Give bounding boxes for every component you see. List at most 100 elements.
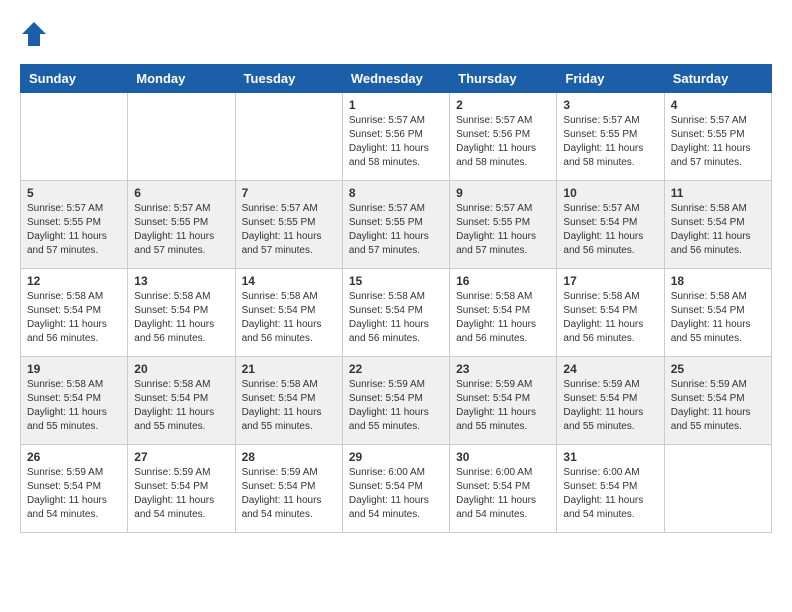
calendar-cell <box>21 93 128 181</box>
day-number: 3 <box>563 98 657 112</box>
calendar-cell: 4 Sunrise: 5:57 AM Sunset: 5:55 PM Daylig… <box>664 93 771 181</box>
calendar-cell: 2 Sunrise: 5:57 AM Sunset: 5:56 PM Daylig… <box>450 93 557 181</box>
day-info: Sunrise: 6:00 AM Sunset: 5:54 PM Dayligh… <box>456 466 550 522</box>
logo-icon <box>20 20 48 48</box>
day-number: 20 <box>134 362 228 376</box>
calendar-cell <box>664 445 771 533</box>
day-number: 25 <box>671 362 765 376</box>
col-header-thursday: Thursday <box>450 65 557 93</box>
calendar-cell: 7 Sunrise: 5:57 AM Sunset: 5:55 PM Daylig… <box>235 181 342 269</box>
day-info: Sunrise: 5:57 AM Sunset: 5:55 PM Dayligh… <box>456 202 550 258</box>
day-info: Sunrise: 5:57 AM Sunset: 5:55 PM Dayligh… <box>242 202 336 258</box>
calendar-cell: 12Sunrise: 5:58 AM Sunset: 5:54 PM Dayli… <box>21 269 128 357</box>
col-header-friday: Friday <box>557 65 664 93</box>
calendar-header-row: SundayMondayTuesdayWednesdayThursdayFrid… <box>21 65 772 93</box>
day-info: Sunrise: 5:59 AM Sunset: 5:54 PM Dayligh… <box>134 466 228 522</box>
calendar-cell: 8 Sunrise: 5:57 AM Sunset: 5:55 PM Daylig… <box>342 181 449 269</box>
day-number: 21 <box>242 362 336 376</box>
day-number: 7 <box>242 186 336 200</box>
col-header-wednesday: Wednesday <box>342 65 449 93</box>
calendar-cell: 13 Sunrise: 5:58 AM Sunset: 5:54 PM Dayli… <box>128 269 235 357</box>
day-info: Sunrise: 5:58 AM Sunset: 5:54 PM Dayligh… <box>563 290 657 346</box>
calendar-cell: 5 Sunrise: 5:57 AM Sunset: 5:55 PM Daylig… <box>21 181 128 269</box>
calendar-cell: 20Sunrise: 5:58 AM Sunset: 5:54 PM Dayli… <box>128 357 235 445</box>
calendar-cell <box>128 93 235 181</box>
day-number: 1 <box>349 98 443 112</box>
day-info: Sunrise: 5:58 AM Sunset: 5:54 PM Dayligh… <box>242 378 336 434</box>
day-number: 17 <box>563 274 657 288</box>
day-info: Sunrise: 5:57 AM Sunset: 5:55 PM Dayligh… <box>27 202 121 258</box>
day-number: 14 <box>242 274 336 288</box>
calendar-cell: 9 Sunrise: 5:57 AM Sunset: 5:55 PM Daylig… <box>450 181 557 269</box>
day-number: 9 <box>456 186 550 200</box>
calendar-cell: 11 Sunrise: 5:58 AM Sunset: 5:54 PM Dayli… <box>664 181 771 269</box>
page-header <box>20 20 772 48</box>
day-info: Sunrise: 5:58 AM Sunset: 5:54 PM Dayligh… <box>27 290 121 346</box>
calendar-cell: 29 Sunrise: 6:00 AM Sunset: 5:54 PM Dayli… <box>342 445 449 533</box>
calendar-cell: 19 Sunrise: 5:58 AM Sunset: 5:54 PM Dayli… <box>21 357 128 445</box>
day-number: 11 <box>671 186 765 200</box>
calendar-cell: 24Sunrise: 5:59 AM Sunset: 5:54 PM Dayli… <box>557 357 664 445</box>
day-number: 30 <box>456 450 550 464</box>
calendar-cell: 15Sunrise: 5:58 AM Sunset: 5:54 PM Dayli… <box>342 269 449 357</box>
day-info: Sunrise: 5:57 AM Sunset: 5:56 PM Dayligh… <box>349 114 443 170</box>
day-info: Sunrise: 5:58 AM Sunset: 5:54 PM Dayligh… <box>671 290 765 346</box>
day-number: 26 <box>27 450 121 464</box>
day-number: 18 <box>671 274 765 288</box>
col-header-sunday: Sunday <box>21 65 128 93</box>
day-info: Sunrise: 5:59 AM Sunset: 5:54 PM Dayligh… <box>671 378 765 434</box>
day-info: Sunrise: 5:57 AM Sunset: 5:55 PM Dayligh… <box>134 202 228 258</box>
day-info: Sunrise: 5:57 AM Sunset: 5:55 PM Dayligh… <box>671 114 765 170</box>
day-info: Sunrise: 5:59 AM Sunset: 5:54 PM Dayligh… <box>563 378 657 434</box>
day-info: Sunrise: 5:58 AM Sunset: 5:54 PM Dayligh… <box>671 202 765 258</box>
day-number: 13 <box>134 274 228 288</box>
calendar-week-row: 26 Sunrise: 5:59 AM Sunset: 5:54 PM Dayli… <box>21 445 772 533</box>
day-info: Sunrise: 5:58 AM Sunset: 5:54 PM Dayligh… <box>349 290 443 346</box>
day-number: 2 <box>456 98 550 112</box>
day-info: Sunrise: 5:59 AM Sunset: 5:54 PM Dayligh… <box>242 466 336 522</box>
calendar-week-row: 19 Sunrise: 5:58 AM Sunset: 5:54 PM Dayli… <box>21 357 772 445</box>
day-info: Sunrise: 6:00 AM Sunset: 5:54 PM Dayligh… <box>563 466 657 522</box>
day-info: Sunrise: 6:00 AM Sunset: 5:54 PM Dayligh… <box>349 466 443 522</box>
calendar-cell: 14 Sunrise: 5:58 AM Sunset: 5:54 PM Dayli… <box>235 269 342 357</box>
calendar-week-row: 12Sunrise: 5:58 AM Sunset: 5:54 PM Dayli… <box>21 269 772 357</box>
calendar-table: SundayMondayTuesdayWednesdayThursdayFrid… <box>20 64 772 533</box>
calendar-week-row: 1 Sunrise: 5:57 AM Sunset: 5:56 PM Daylig… <box>21 93 772 181</box>
day-info: Sunrise: 5:58 AM Sunset: 5:54 PM Dayligh… <box>456 290 550 346</box>
col-header-saturday: Saturday <box>664 65 771 93</box>
calendar-cell: 1 Sunrise: 5:57 AM Sunset: 5:56 PM Daylig… <box>342 93 449 181</box>
day-number: 4 <box>671 98 765 112</box>
calendar-cell: 3Sunrise: 5:57 AM Sunset: 5:55 PM Daylig… <box>557 93 664 181</box>
day-number: 29 <box>349 450 443 464</box>
calendar-cell: 23 Sunrise: 5:59 AM Sunset: 5:54 PM Dayli… <box>450 357 557 445</box>
calendar-cell: 25 Sunrise: 5:59 AM Sunset: 5:54 PM Dayli… <box>664 357 771 445</box>
day-info: Sunrise: 5:59 AM Sunset: 5:54 PM Dayligh… <box>456 378 550 434</box>
calendar-cell: 17 Sunrise: 5:58 AM Sunset: 5:54 PM Dayli… <box>557 269 664 357</box>
day-number: 8 <box>349 186 443 200</box>
day-info: Sunrise: 5:58 AM Sunset: 5:54 PM Dayligh… <box>242 290 336 346</box>
day-number: 10 <box>563 186 657 200</box>
calendar-cell: 18 Sunrise: 5:58 AM Sunset: 5:54 PM Dayli… <box>664 269 771 357</box>
calendar-cell: 21 Sunrise: 5:58 AM Sunset: 5:54 PM Dayli… <box>235 357 342 445</box>
calendar-cell: 26Sunrise: 5:59 AM Sunset: 5:54 PM Dayli… <box>21 445 128 533</box>
day-number: 23 <box>456 362 550 376</box>
col-header-tuesday: Tuesday <box>235 65 342 93</box>
calendar-cell: 22Sunrise: 5:59 AM Sunset: 5:54 PM Dayli… <box>342 357 449 445</box>
day-info: Sunrise: 5:57 AM Sunset: 5:55 PM Dayligh… <box>349 202 443 258</box>
day-info: Sunrise: 5:57 AM Sunset: 5:56 PM Dayligh… <box>456 114 550 170</box>
calendar-cell: 31Sunrise: 6:00 AM Sunset: 5:54 PM Dayli… <box>557 445 664 533</box>
day-info: Sunrise: 5:57 AM Sunset: 5:54 PM Dayligh… <box>563 202 657 258</box>
calendar-cell: 10 Sunrise: 5:57 AM Sunset: 5:54 PM Dayli… <box>557 181 664 269</box>
calendar-cell: 6 Sunrise: 5:57 AM Sunset: 5:55 PM Daylig… <box>128 181 235 269</box>
day-number: 5 <box>27 186 121 200</box>
calendar-cell: 28Sunrise: 5:59 AM Sunset: 5:54 PM Dayli… <box>235 445 342 533</box>
calendar-cell: 16Sunrise: 5:58 AM Sunset: 5:54 PM Dayli… <box>450 269 557 357</box>
col-header-monday: Monday <box>128 65 235 93</box>
day-info: Sunrise: 5:59 AM Sunset: 5:54 PM Dayligh… <box>349 378 443 434</box>
day-info: Sunrise: 5:58 AM Sunset: 5:54 PM Dayligh… <box>27 378 121 434</box>
calendar-cell: 30 Sunrise: 6:00 AM Sunset: 5:54 PM Dayli… <box>450 445 557 533</box>
day-info: Sunrise: 5:58 AM Sunset: 5:54 PM Dayligh… <box>134 290 228 346</box>
day-number: 6 <box>134 186 228 200</box>
day-number: 27 <box>134 450 228 464</box>
day-number: 19 <box>27 362 121 376</box>
